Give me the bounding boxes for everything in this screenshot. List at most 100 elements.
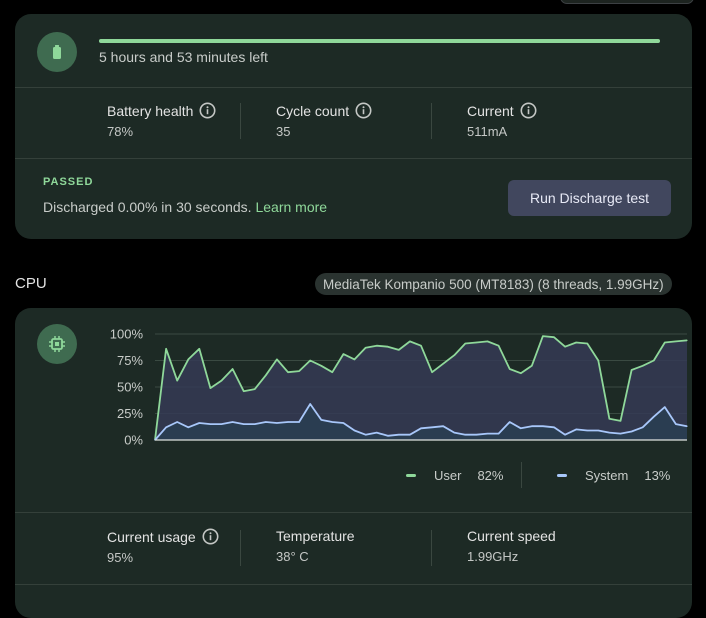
system-data-point bbox=[353, 429, 356, 432]
system-data-point bbox=[176, 421, 178, 423]
user-data-point bbox=[520, 372, 522, 374]
run-discharge-test-button[interactable]: Run Discharge test bbox=[508, 180, 671, 216]
battery-health-value: 78% bbox=[107, 124, 134, 139]
user-data-point bbox=[209, 387, 212, 389]
system-data-point bbox=[475, 434, 478, 436]
user-data-point bbox=[376, 345, 378, 347]
discharge-result: Discharged 0.00% in 30 seconds. Learn mo… bbox=[43, 199, 327, 215]
divider bbox=[15, 584, 692, 585]
user-data-point bbox=[176, 380, 178, 382]
system-data-point bbox=[564, 434, 566, 436]
current-speed-label: Current speed bbox=[467, 528, 556, 544]
y-tick-label: 75% bbox=[117, 353, 143, 368]
system-data-point bbox=[586, 429, 588, 432]
temperature-label: Temperature bbox=[276, 528, 355, 544]
user-data-point bbox=[664, 341, 666, 344]
user-data-point bbox=[220, 380, 223, 382]
legend-system-value: 13% bbox=[644, 468, 671, 483]
system-data-point bbox=[342, 422, 345, 424]
user-data-point bbox=[653, 359, 655, 362]
system-data-point bbox=[675, 423, 677, 425]
user-data-point bbox=[364, 347, 367, 349]
stat-divider bbox=[240, 103, 241, 139]
y-tick-label: 25% bbox=[117, 406, 143, 421]
user-data-point bbox=[675, 340, 677, 343]
user-data-point bbox=[564, 346, 566, 348]
system-data-point bbox=[575, 428, 577, 430]
user-data-point bbox=[686, 339, 688, 341]
system-data-point bbox=[254, 423, 256, 425]
system-data-point bbox=[231, 421, 234, 423]
system-data-point bbox=[220, 423, 223, 425]
user-data-point bbox=[442, 363, 444, 365]
user-data-point bbox=[453, 354, 455, 356]
user-data-point bbox=[287, 371, 289, 373]
system-data-point bbox=[187, 426, 189, 428]
y-tick-label: 0% bbox=[124, 433, 143, 448]
battery-time-left: 5 hours and 53 minutes left bbox=[99, 49, 268, 65]
legend-user-name: User bbox=[434, 468, 462, 483]
current-stat: Current 511mA bbox=[467, 102, 537, 139]
info-icon[interactable] bbox=[520, 102, 537, 119]
cycle-count-value: 35 bbox=[276, 124, 291, 139]
info-icon[interactable] bbox=[199, 102, 216, 119]
user-data-point bbox=[243, 390, 245, 392]
system-data-point bbox=[464, 434, 466, 436]
system-data-point bbox=[276, 422, 278, 424]
temperature-value: 38° C bbox=[276, 549, 309, 564]
user-data-point bbox=[431, 371, 433, 373]
system-data-point bbox=[298, 421, 300, 423]
system-data-point bbox=[442, 425, 444, 427]
system-data-point bbox=[686, 425, 688, 427]
system-data-point bbox=[287, 421, 289, 423]
user-data-point bbox=[320, 365, 322, 367]
user-data-point bbox=[298, 370, 300, 372]
system-data-point bbox=[630, 430, 633, 433]
user-data-point bbox=[642, 365, 644, 367]
battery-health-stat: Battery health 78% bbox=[107, 102, 216, 139]
legend-system-name: System bbox=[585, 468, 629, 483]
system-data-point bbox=[542, 425, 544, 427]
system-data-point bbox=[331, 421, 333, 423]
user-data-point bbox=[187, 358, 189, 361]
system-data-point bbox=[398, 434, 400, 436]
user-data-point bbox=[254, 388, 256, 390]
user-data-point bbox=[575, 341, 577, 344]
current-speed-stat: Current speed 1.99GHz bbox=[467, 528, 556, 564]
system-data-point bbox=[664, 406, 666, 408]
user-data-point bbox=[553, 336, 555, 338]
system-data-point bbox=[642, 426, 644, 428]
user-data-point bbox=[398, 349, 400, 351]
user-data-point bbox=[608, 418, 611, 420]
divider bbox=[15, 512, 692, 513]
system-data-point bbox=[387, 435, 389, 437]
user-data-point bbox=[475, 341, 478, 344]
battery-icon bbox=[37, 32, 77, 72]
battery-card: 5 hours and 53 minutes left Battery heal… bbox=[15, 14, 692, 239]
user-data-point bbox=[509, 368, 511, 370]
system-data-point bbox=[165, 426, 167, 428]
info-icon[interactable] bbox=[202, 528, 219, 545]
cycle-count-stat: Cycle count 35 bbox=[276, 102, 372, 139]
system-data-point bbox=[409, 434, 411, 436]
battery-progress-fill bbox=[99, 39, 660, 43]
cycle-count-label: Cycle count bbox=[276, 102, 350, 119]
user-data-point bbox=[309, 359, 311, 362]
current-usage-stat: Current usage 95% bbox=[107, 528, 219, 565]
current-value: 511mA bbox=[467, 124, 508, 139]
system-data-point bbox=[364, 434, 367, 436]
stat-divider bbox=[240, 530, 241, 566]
cpu-model-chip: MediaTek Kompanio 500 (MT8183) (8 thread… bbox=[315, 273, 672, 295]
current-speed-value: 1.99GHz bbox=[467, 549, 519, 564]
cpu-section-title: CPU bbox=[15, 275, 47, 292]
discharge-text: Discharged 0.00% in 30 seconds. bbox=[43, 199, 252, 215]
system-data-point bbox=[265, 421, 267, 423]
user-data-point bbox=[420, 345, 422, 347]
system-data-point bbox=[453, 431, 455, 434]
legend-divider bbox=[521, 462, 522, 488]
user-data-point bbox=[342, 353, 345, 355]
system-data-point bbox=[597, 429, 599, 432]
legend-user: User 82% bbox=[406, 468, 503, 483]
learn-more-link[interactable]: Learn more bbox=[255, 199, 327, 215]
info-icon[interactable] bbox=[355, 102, 372, 119]
